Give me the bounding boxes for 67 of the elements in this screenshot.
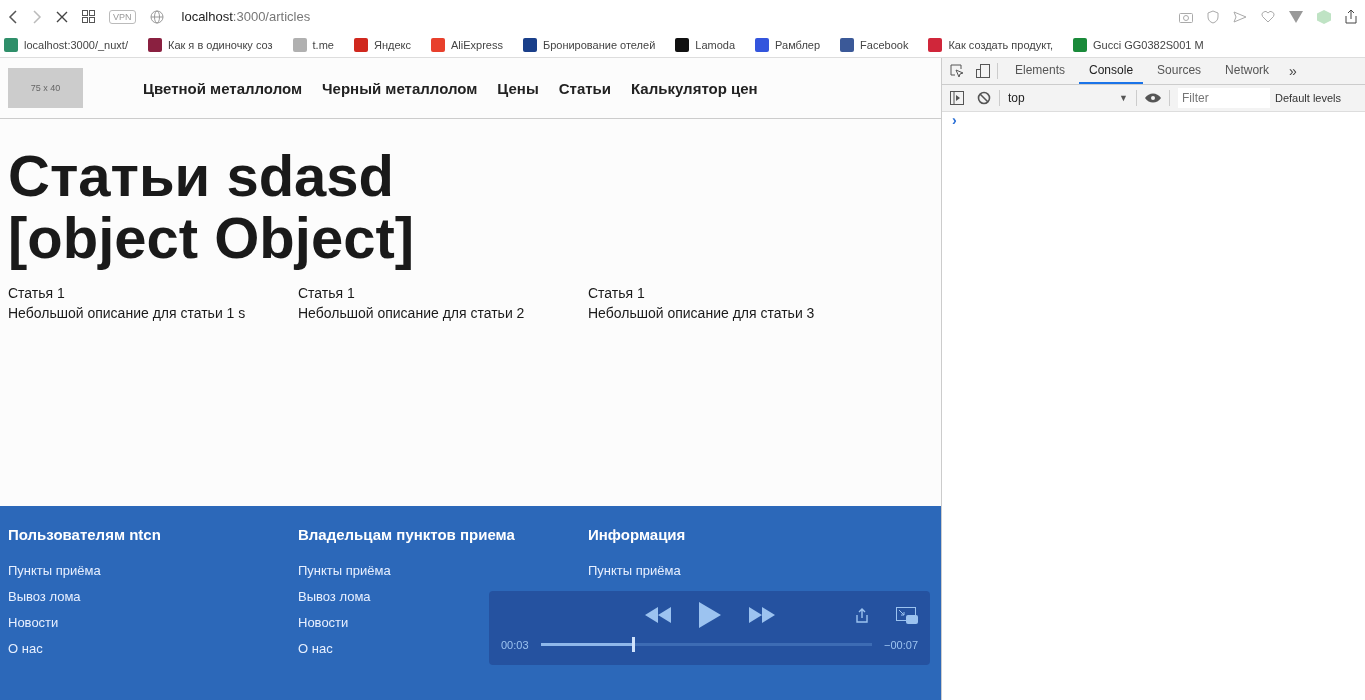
bookmark-link[interactable]: Как создать продукт, [928, 38, 1053, 52]
share-icon[interactable] [1345, 9, 1357, 24]
devtools-tab[interactable]: Sources [1147, 58, 1212, 84]
remaining-time: −00:07 [884, 638, 918, 651]
nav-link[interactable]: Цветной металлолом [143, 79, 303, 97]
more-tabs-button[interactable]: » [1283, 62, 1303, 80]
bookmark-link[interactable]: Gucci GG0382S001 M [1073, 38, 1204, 52]
bookmark-link[interactable]: Яндекс [353, 38, 411, 52]
footer-link[interactable]: Новости [298, 615, 349, 631]
nav-link[interactable]: Цены [497, 79, 539, 97]
nav-link[interactable]: Калькулятор цен [631, 79, 758, 97]
triangle-icon[interactable] [1289, 10, 1303, 23]
filter-field[interactable]: Filter [1178, 88, 1270, 108]
article-title: Статья 1 [8, 284, 66, 303]
footer-heading: Информация [588, 526, 687, 543]
nav-link[interactable]: Статьи [558, 79, 611, 97]
context-dropdown[interactable]: top ▼ [1008, 91, 1128, 105]
article-description: Небольшой описание для статьи 2 [298, 304, 526, 323]
bookmark-link[interactable]: Facebook [840, 38, 909, 52]
inspect-icon[interactable] [950, 64, 964, 78]
article-description: Небольшой описание для статьи 1 s [8, 304, 247, 323]
rewind-icon[interactable] [644, 607, 671, 623]
bookmark-link[interactable]: t.me [292, 38, 334, 52]
bookmark-link[interactable]: Бронирование отелей [522, 38, 656, 52]
levels-dropdown[interactable]: Default levels [1275, 92, 1342, 104]
footer-link[interactable]: Пункты приёма [8, 563, 101, 579]
devtools-tab[interactable]: Network [1215, 58, 1280, 84]
bookmark-link[interactable]: Рамблер [755, 38, 821, 52]
footer-link[interactable]: Вывоз лома [8, 589, 81, 605]
article-title: Статья 1 [588, 284, 646, 303]
clear-icon[interactable] [977, 91, 991, 105]
bookmark-link[interactable]: localhost:3000/_nuxt/ [4, 38, 128, 52]
camera-icon[interactable] [1179, 10, 1193, 23]
footer-link[interactable]: Пункты приёма [298, 563, 391, 579]
heart-icon[interactable] [1261, 10, 1275, 23]
console-prompt: › [951, 112, 958, 128]
footer-link[interactable]: Пункты приёма [588, 563, 681, 579]
page-heading: Статьи sdasd [object Object] [8, 145, 415, 269]
nav-link[interactable]: Черный металлолом [322, 79, 478, 97]
bookmark-link[interactable]: Как я в одиночку соз [147, 38, 273, 52]
share-icon[interactable] [856, 607, 868, 623]
back-icon[interactable] [8, 9, 18, 24]
footer-link[interactable]: Новости [8, 615, 59, 631]
footer-link[interactable]: Вывоз лома [298, 589, 371, 605]
bookmark-link[interactable]: Lamoda [675, 38, 736, 52]
globe-icon [149, 9, 164, 24]
device-icon[interactable] [976, 64, 990, 78]
footer-heading: Владельцам пунктов приема [298, 526, 516, 543]
bookmark-link[interactable]: AliExpress [430, 38, 503, 52]
send-icon[interactable] [1233, 10, 1247, 23]
progress-handle[interactable] [632, 637, 636, 652]
devtools-tab[interactable]: Elements [1005, 58, 1076, 84]
picture-in-picture-icon[interactable] [896, 606, 918, 624]
grid-icon[interactable] [82, 10, 95, 23]
placeholder-size-label: 75 x 40 [30, 83, 61, 93]
address-field[interactable]: localhost:3000/articles [181, 9, 311, 24]
footer-link[interactable]: О нас [8, 641, 43, 657]
fast-forward-icon[interactable] [748, 607, 775, 623]
article-title: Статья 1 [298, 284, 356, 303]
close-icon[interactable] [56, 10, 68, 23]
sidebar-icon[interactable] [950, 91, 964, 105]
footer-heading: Пользователям ntcn [8, 526, 162, 543]
article-description: Небольшой описание для статьи 3 [588, 304, 816, 323]
elapsed-time: 00:03 [501, 638, 529, 651]
play-icon[interactable] [698, 602, 721, 628]
footer-link[interactable]: О нас [298, 641, 333, 657]
eye-icon[interactable] [1145, 93, 1161, 103]
